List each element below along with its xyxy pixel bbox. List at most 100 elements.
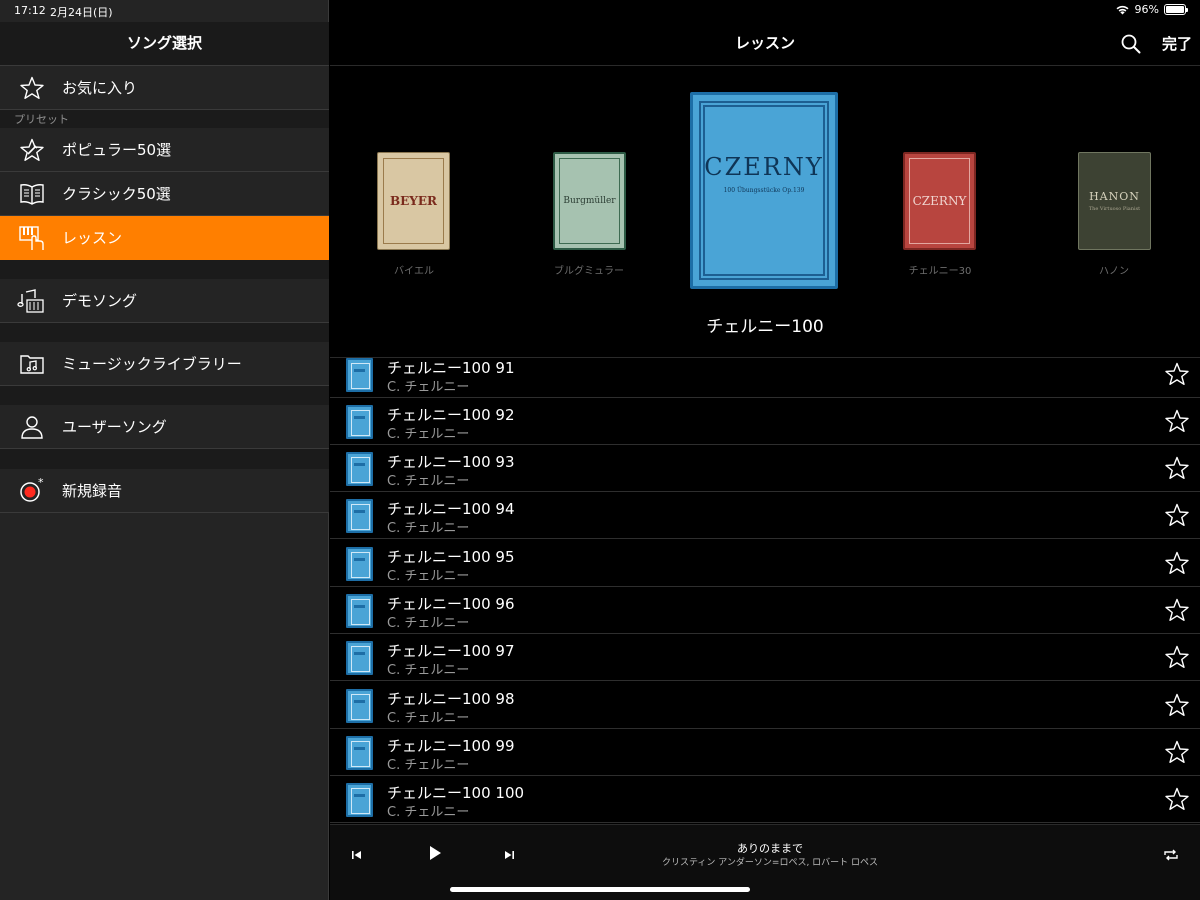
sidebar-item-new-recording[interactable]: * 新規録音 [0,469,329,513]
song-composer: C. チェルニー [387,663,470,678]
done-button[interactable]: 完了 [1162,33,1192,54]
book-cover-czerny100[interactable]: CZERNY 100 Übungsstücke Op.139 [690,92,838,289]
table-row[interactable]: チェルニー100 97 C. チェルニー [330,634,1200,681]
song-thumbnail [346,736,373,770]
song-composer: C. チェルニー [387,474,470,489]
book-cover-subtitle: The Virtuoso Pianist [1088,206,1141,212]
sidebar-item-label: お気に入り [62,79,138,97]
sidebar-item-label: ミュージックライブラリー [62,355,242,373]
favorite-star-icon[interactable] [1164,502,1190,528]
song-composer: C. チェルニー [387,758,470,773]
music-folder-icon [0,342,62,386]
status-date: 2月24日(日) [50,6,113,19]
sidebar-item-favorites[interactable]: お気に入り [0,66,329,110]
song-title: チェルニー100 97 [387,642,515,660]
search-icon[interactable] [1120,33,1142,55]
song-thumbnail [346,594,373,628]
song-list: チェルニー100 91 C. チェルニー チェルニー100 92 C. チェルニ… [330,358,1200,824]
sidebar-item-label: デモソング [62,292,138,310]
sidebar-title: ソング選択 [0,22,329,66]
table-row[interactable]: チェルニー100 99 C. チェルニー [330,729,1200,776]
battery-percent: 96% [1134,3,1159,16]
table-row[interactable]: チェルニー100 94 C. チェルニー [330,492,1200,539]
favorite-star-icon[interactable] [1164,739,1190,765]
sidebar-item-music-library[interactable]: ミュージックライブラリー [0,342,329,386]
song-title: チェルニー100 91 [387,359,515,377]
song-thumbnail [346,358,373,392]
star-pen-icon [0,128,62,172]
table-row[interactable]: チェルニー100 93 C. チェルニー [330,445,1200,492]
table-row[interactable]: チェルニー100 92 C. チェルニー [330,398,1200,445]
piano-hand-icon [0,216,62,260]
book-cover-beyer[interactable]: BEYER [377,152,450,250]
favorite-star-icon[interactable] [1164,455,1190,481]
favorite-star-icon[interactable] [1164,692,1190,718]
song-thumbnail [346,547,373,581]
book-caption: ハノン [1099,266,1129,277]
book-cover-burgmuller[interactable]: Burgmüller [553,152,626,250]
song-title: チェルニー100 95 [387,548,515,566]
song-composer: C. チェルニー [387,616,470,631]
song-composer: C. チェルニー [387,569,470,584]
sidebar-item-label: ユーザーソング [62,418,167,436]
sidebar-item-label: ポピュラー50選 [62,141,172,159]
favorite-star-icon[interactable] [1164,361,1190,387]
star-outline-icon [0,66,62,110]
home-indicator[interactable] [450,887,750,892]
song-composer: C. チェルニー [387,711,470,726]
song-composer: C. チェルニー [387,805,470,820]
song-thumbnail [346,689,373,723]
preset-section-label: プリセット [14,113,69,126]
sidebar-item-lesson[interactable]: レッスン [0,216,329,260]
person-icon [0,405,62,449]
sidebar-divider [0,260,329,279]
page-title: レッスン [734,34,795,52]
song-title: チェルニー100 100 [387,784,525,802]
favorite-star-icon[interactable] [1164,597,1190,623]
sidebar-divider [0,449,329,469]
book-cover-hanon[interactable]: HANON The Virtuoso Pianist [1078,152,1151,250]
sidebar-item-label: 新規録音 [62,482,123,500]
song-composer: C. チェルニー [387,427,470,442]
table-row[interactable]: チェルニー100 96 C. チェルニー [330,587,1200,634]
status-time: 17:12 [14,4,46,17]
song-thumbnail [346,405,373,439]
record-icon: * [0,469,62,513]
book-cover-title: HANON [1089,190,1140,203]
sidebar-item-demo[interactable]: デモソング [0,279,329,323]
sidebar-item-popular[interactable]: ポピュラー50選 [0,128,329,172]
song-thumbnail [346,641,373,675]
svg-text:*: * [38,477,44,489]
favorite-star-icon[interactable] [1164,408,1190,434]
status-right: 96% [1115,3,1188,16]
main-header: レッスン 完了 [330,22,1200,66]
book-caption: ブルグミュラー [554,266,624,277]
sidebar-divider [0,323,329,342]
table-row[interactable]: チェルニー100 100 C. チェルニー [330,776,1200,823]
sidebar-item-user-songs[interactable]: ユーザーソング [0,405,329,449]
book-caption: バイエル [394,266,434,277]
favorite-star-icon[interactable] [1164,786,1190,812]
song-title: チェルニー100 94 [387,500,515,518]
table-row[interactable]: チェルニー100 91 C. チェルニー [330,358,1200,398]
sidebar-item-classic[interactable]: クラシック50選 [0,172,329,216]
song-title: チェルニー100 98 [387,690,515,708]
song-composer: C. チェルニー [387,380,470,395]
repeat-icon[interactable] [1162,847,1180,866]
sidebar-divider [0,386,329,405]
song-composer: C. チェルニー [387,521,470,536]
book-icon [0,172,62,216]
favorite-star-icon[interactable] [1164,644,1190,670]
song-title: チェルニー100 99 [387,737,515,755]
song-title: チェルニー100 96 [387,595,515,613]
music-notes-icon [0,279,62,323]
song-thumbnail [346,499,373,533]
song-title: チェルニー100 93 [387,453,515,471]
table-row[interactable]: チェルニー100 95 C. チェルニー [330,540,1200,587]
book-cover-czerny30[interactable]: CZERNY [903,152,976,250]
table-row[interactable]: チェルニー100 98 C. チェルニー [330,682,1200,729]
favorite-star-icon[interactable] [1164,550,1190,576]
sidebar-item-label: レッスン [62,229,123,247]
status-bar: 17:12 2月24日(日) 96% [0,0,1200,22]
book-caption: チェルニー30 [908,266,972,277]
